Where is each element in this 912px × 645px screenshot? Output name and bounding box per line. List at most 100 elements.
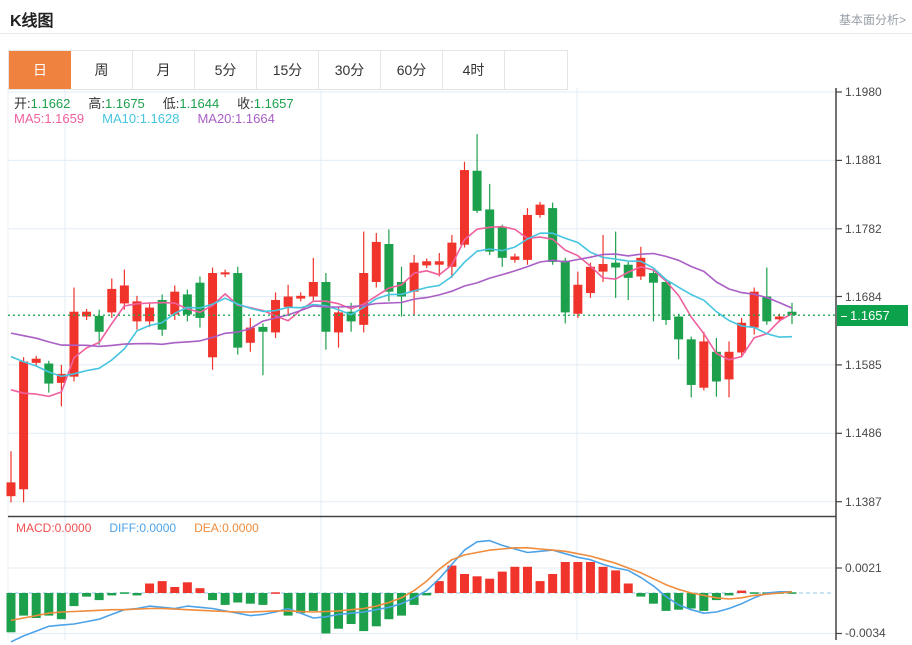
macd-hist-bar [120,592,129,594]
legend-ma-item-2: MA20:1.1664 [197,111,274,126]
price-tick-label-4: 1.1585 [845,358,882,372]
macd-hist-bar [309,593,318,611]
legend-ohlc-item-2: 低:1.1644 [163,96,219,111]
current-price-badge: 1.1657 [837,305,908,326]
ma-legend: MA5:1.1659MA10:1.1628MA20:1.1664 [14,111,293,126]
candle-body [586,267,595,293]
macd-hist-bar [271,592,280,594]
macd-hist-bar [107,593,116,595]
macd-hist-bar [485,579,494,593]
page-title: K线图 [10,7,54,31]
tab-interval-6[interactable]: 60分 [381,51,443,89]
legend-ohlc-item-0: 开:1.1662 [14,96,70,111]
tab-interval-3[interactable]: 5分 [195,51,257,89]
macd-hist-bar [687,593,696,609]
candle-body [422,261,431,265]
macd-hist-bar [246,593,255,604]
candle-body [599,264,608,272]
candle-body [611,263,620,268]
macd-hist-bar [599,567,608,593]
macd-hist-bar [170,587,179,593]
macd-hist-bar [536,581,545,593]
header-divider [0,33,912,34]
diff-line [11,541,792,642]
price-tick-label-1: 1.1881 [845,153,882,167]
legend-macd-item-2: DEA:0.0000 [194,521,259,535]
macd-hist-bar [221,593,230,605]
macd-hist-bar [561,562,570,593]
macd-hist-bar [233,593,242,603]
tab-interval-5[interactable]: 30分 [319,51,381,89]
legend-ohlc-item-3: 收:1.1657 [237,96,293,111]
candle-body [233,273,242,348]
ohlc-legend: 开:1.1662高:1.1675低:1.1644收:1.1657 [14,93,312,112]
tab-interval-1[interactable]: 周 [71,51,133,89]
macd-hist-bar [523,567,532,593]
candle-body [649,273,658,283]
candle-body [384,244,393,292]
macd-hist-bar [510,567,519,593]
candle-body [536,205,545,215]
price-tick-label-6: 1.1387 [845,495,882,509]
tab-interval-7[interactable]: 4时 [443,51,505,89]
macd-hist-bar [158,581,167,593]
macd-hist-bar [82,593,91,597]
macd-hist-bar [649,593,658,604]
tab-interval-0[interactable]: 日 [9,51,71,89]
candle-body [712,352,721,382]
candle-body [19,361,28,489]
candle-body [662,282,671,320]
macd-hist-bar [69,593,78,606]
price-tick-label-0: 1.1980 [845,85,882,99]
candle-body [359,273,368,325]
candle-body [435,261,444,264]
macd-hist-bar [498,572,507,593]
macd-hist-bar [624,584,633,594]
macd-hist-bar [737,591,746,593]
candle-body [284,297,293,307]
candle-body [309,282,318,297]
macd-hist-bar [447,566,456,593]
macd-tick-label-0: 0.0021 [845,561,882,575]
macd-hist-bar [573,562,582,593]
macd-hist-bar [435,581,444,593]
price-tick-label-5: 1.1486 [845,426,882,440]
price-tick-label-3: 1.1684 [845,290,882,304]
macd-hist-bar [674,593,683,610]
macd-hist-bar [95,593,104,600]
candle-body [750,292,759,328]
candle-body [460,170,469,245]
tab-interval-2[interactable]: 月 [133,51,195,89]
macd-hist-bar [636,593,645,597]
macd-hist-bar [422,593,431,595]
legend-macd-item-0: MACD:0.0000 [16,521,91,535]
legend-macd-item-1: DIFF:0.0000 [109,521,176,535]
fundamental-analysis-link[interactable]: 基本面分析> [839,11,906,28]
candle-body [699,341,708,387]
legend-ma-item-1: MA10:1.1628 [102,111,179,126]
candle-body [485,209,494,251]
candle-body [32,359,41,363]
candle-body [221,272,230,274]
macd-tick-label-1: -0.0034 [845,626,886,640]
candle-body [737,323,746,353]
macd-hist-bar [611,570,620,593]
macd-hist-bar [296,593,305,613]
macd-hist-bar [208,593,217,600]
candle-body [762,297,771,322]
candle-body [498,227,507,258]
macd-hist-bar [347,593,356,624]
candle-body [372,242,381,282]
candle-body [725,352,734,380]
candle-body [7,482,16,496]
candle-body [183,294,192,314]
macd-hist-bar [7,593,16,632]
candle-body [573,285,582,314]
macd-hist-bar [145,584,154,594]
macd-hist-bar [195,588,204,593]
macd-hist-bar [750,592,759,594]
macd-hist-bar [725,593,734,595]
tab-interval-4[interactable]: 15分 [257,51,319,89]
macd-hist-bar [321,593,330,634]
macd-hist-bar [19,593,28,616]
